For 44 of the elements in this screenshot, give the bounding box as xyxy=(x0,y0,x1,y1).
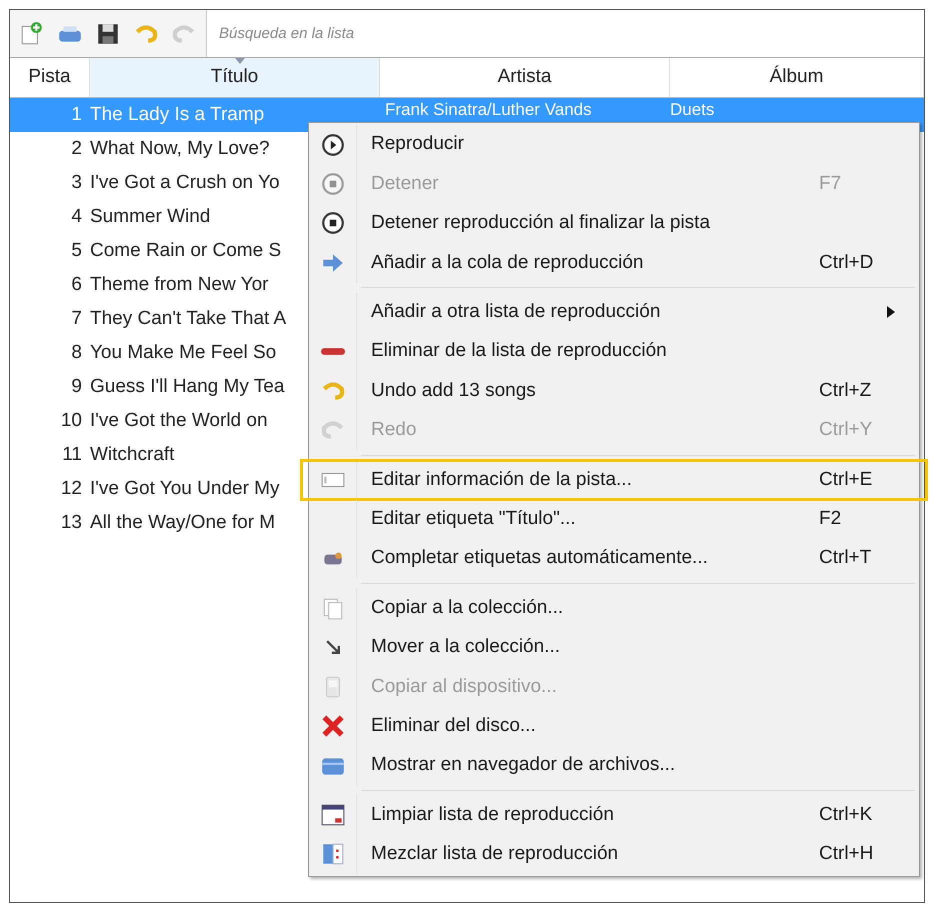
title-cell-text: Witchcraft xyxy=(90,443,174,467)
title-cell-text: What Now, My Love? xyxy=(90,137,270,161)
track-number: 12 xyxy=(60,477,83,501)
title-cell-text: Theme from New Yor xyxy=(90,273,268,297)
track-number: 5 xyxy=(70,239,83,263)
title-cell-text: I've Got the World on xyxy=(90,409,268,433)
track-number: 8 xyxy=(70,341,83,365)
menu-item[interactable]: Limpiar lista de reproducción Ctrl+K xyxy=(309,795,919,835)
track-number: 4 xyxy=(70,205,83,229)
track-number: 2 xyxy=(70,137,83,161)
column-header[interactable]: Título xyxy=(90,58,380,97)
track-number: 3 xyxy=(70,171,83,195)
track-number: 9 xyxy=(70,375,83,399)
menu-item[interactable]: Añadir a otra lista de reproducción xyxy=(309,292,919,332)
menu-item[interactable]: Detener reproducción al finalizar la pista xyxy=(309,204,919,244)
title-cell-text: Summer Wind xyxy=(90,205,210,229)
title-cell-text: All the Way/One for M xyxy=(90,511,276,535)
search-field[interactable]: Búsqueda en la lista xyxy=(207,10,924,57)
title-cell-text: You Make Me Feel So xyxy=(90,341,276,365)
title-cell-text: I've Got a Crush on Yo xyxy=(90,171,280,195)
track-number: 13 xyxy=(60,511,83,535)
track-number: 10 xyxy=(60,409,83,433)
menu-item[interactable]: Completar etiquetas automáticamente... Ctrl+T xyxy=(309,538,919,578)
menu-item[interactable]: Mezclar lista de reproducción Ctrl+H xyxy=(309,834,919,874)
album-cell: Duets xyxy=(670,101,714,118)
track-number: 11 xyxy=(61,443,83,467)
menu-item[interactable]: Mostrar en navegador de archivos... xyxy=(309,746,919,786)
title-cell-text: They Can't Take That A xyxy=(90,307,286,331)
menu-item[interactable]: Copiar a la colección... xyxy=(309,588,919,628)
menu-item[interactable]: Eliminar del disco... xyxy=(309,706,919,746)
menu-item[interactable]: Editar etiqueta "Título"... F2 xyxy=(309,500,919,539)
menu-item[interactable]: Mover a la colección... xyxy=(309,628,919,668)
title-cell-text: The Lady Is a Tramp xyxy=(90,103,264,127)
menu-item[interactable]: Editar información de la pista... Ctrl+E xyxy=(301,460,927,500)
title-cell-text: Guess I'll Hang My Tea xyxy=(90,375,284,399)
menu-item[interactable]: Añadir a la cola de reproducción Ctrl+D xyxy=(309,243,919,283)
track-number: 6 xyxy=(70,273,83,297)
menu-item[interactable]: Undo add 13 songs Ctrl+Z xyxy=(309,371,919,411)
menu-item[interactable]: Eliminar de la lista de reproducción xyxy=(309,332,919,372)
track-number: 1 xyxy=(70,103,83,127)
track-number: 7 xyxy=(70,307,83,331)
artist-cell: Frank Sinatra/Luther Vands xyxy=(385,101,592,118)
title-cell-text: I've Got You Under My xyxy=(90,477,280,501)
title-cell-text: Come Rain or Come S xyxy=(90,239,282,263)
